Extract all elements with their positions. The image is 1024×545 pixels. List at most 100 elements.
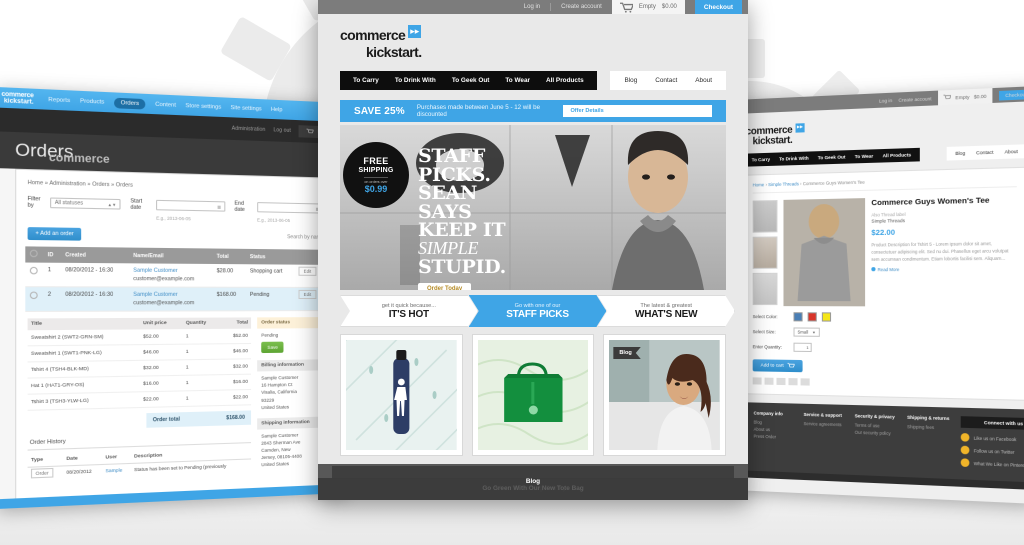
share-twitter-icon[interactable] <box>764 377 774 385</box>
row-radio[interactable] <box>29 266 38 275</box>
pp-nav-about[interactable]: About <box>1005 149 1018 155</box>
admin-menu-site-settings[interactable]: Site settings <box>231 104 262 112</box>
quantity-stepper[interactable]: 1 <box>793 342 812 353</box>
col-total[interactable]: Total <box>212 248 246 265</box>
login-link[interactable]: Log in <box>524 4 540 10</box>
share-facebook-icon[interactable] <box>752 377 762 385</box>
size-option-row[interactable]: Select Size: Small ▼ <box>753 327 1017 339</box>
admin-orders-window[interactable]: commerce kickstart. Reports Products Ord… <box>0 86 345 510</box>
col-status[interactable]: Status <box>245 248 295 265</box>
store-topbar[interactable]: Log in Create account Empty $0.00 Checko… <box>318 0 748 14</box>
nav-to-drink-with[interactable]: To Drink With <box>395 77 436 84</box>
hist-user[interactable]: Sample <box>105 467 122 473</box>
nav-to-wear[interactable]: To Wear <box>505 77 530 84</box>
footer-link-security-policy[interactable]: Our security policy <box>855 430 897 436</box>
filter-by-field[interactable]: Filter by All statuses ▲▼ <box>28 196 121 211</box>
start-date-field[interactable]: Start date ▦ E.g., 2013-06-05 <box>130 198 226 222</box>
promo-banner[interactable]: SAVE 25% Purchases made between June 5 -… <box>340 100 726 122</box>
nav-to-geek-out[interactable]: To Geek Out <box>452 77 490 84</box>
secondary-nav[interactable]: Blog Contact About <box>610 71 726 90</box>
swatch-red[interactable] <box>807 312 817 322</box>
nav-to-carry[interactable]: To Carry <box>353 77 379 84</box>
swatch-yellow[interactable] <box>821 312 832 322</box>
category-chevrons[interactable]: get it quick because... IT'S HOT Go with… <box>340 295 726 327</box>
store-brand[interactable]: commerce ▸▸ kickstart. <box>340 25 422 59</box>
primary-nav[interactable]: To Carry To Drink With To Geek Out To We… <box>340 71 597 90</box>
cart-widget[interactable]: Empty $0.00 <box>611 0 685 14</box>
admin-actions-row[interactable]: + Add an order Search by name <box>25 218 325 249</box>
row-radio-2[interactable] <box>29 291 38 300</box>
admin-subbar-logout[interactable]: Log out <box>273 127 290 134</box>
product-thumbnails[interactable] <box>752 200 778 306</box>
nav-about[interactable]: About <box>695 77 712 84</box>
footer-link-terms[interactable]: Terms of use <box>855 423 897 429</box>
share-more-icon[interactable] <box>800 378 810 386</box>
crumb-category[interactable]: Simple Threads <box>768 181 799 187</box>
footer-link-blog[interactable]: Blog <box>754 420 794 426</box>
swatch-blue[interactable] <box>793 312 803 322</box>
table-row[interactable]: 1 08/20/2012 - 16:30 Sample Customer cust… <box>25 262 326 288</box>
social-facebook-row[interactable]: Like us on Facebook <box>960 433 1024 444</box>
offer-details-button[interactable]: Offer Details <box>563 105 713 117</box>
footer-link-about[interactable]: About us <box>754 427 794 433</box>
pp-nav-to-carry[interactable]: To Carry <box>752 157 770 163</box>
create-account-link[interactable]: Create account <box>561 4 602 10</box>
footer-link-shipping-fees[interactable]: Shipping fees <box>907 424 950 431</box>
admin-menu-products[interactable]: Products <box>80 98 104 105</box>
qty-option-row[interactable]: Enter Quantity: 1 <box>753 342 1017 355</box>
share-email-icon[interactable] <box>788 378 798 386</box>
row-customer-link[interactable]: Sample Customer <box>133 268 177 275</box>
chevron-whats-new[interactable]: The latest & greatest WHAT'S NEW <box>597 295 735 327</box>
pp-nav-to-drink-with[interactable]: To Drink With <box>779 156 809 162</box>
product-hero-image[interactable] <box>783 198 866 307</box>
product-page-window[interactable]: Log in Create account Empty $0.00 Checko… <box>734 85 1024 505</box>
storefront-window[interactable]: Log in Create account Empty $0.00 Checko… <box>318 0 748 500</box>
thumbnail-3[interactable] <box>752 272 778 306</box>
pp-checkout-button[interactable]: Checkout <box>998 88 1024 101</box>
card-blog[interactable]: Blog Blog <box>318 334 748 500</box>
col-created[interactable]: Created <box>60 246 129 264</box>
pp-nav-contact[interactable]: Contact <box>976 150 993 156</box>
nav-blog[interactable]: Blog <box>624 77 637 84</box>
start-date-input[interactable]: ▦ <box>156 199 226 212</box>
add-to-cart-button[interactable]: Add to cart <box>752 359 803 373</box>
nav-contact[interactable]: Contact <box>655 77 677 84</box>
filter-by-select[interactable]: All statuses ▲▼ <box>50 197 121 210</box>
store-nav[interactable]: To Carry To Drink With To Geek Out To We… <box>318 66 748 100</box>
admin-menu-help[interactable]: Help <box>271 106 283 113</box>
admin-menu-orders[interactable]: Orders <box>114 97 146 110</box>
promo-cards[interactable]: You're Getting Thirsty Go Green With O <box>318 334 748 500</box>
social-twitter-row[interactable]: Follow us on Twitter <box>960 445 1024 458</box>
pp-nav-blog[interactable]: Blog <box>955 151 965 157</box>
row-customer-link-2[interactable]: Sample Customer <box>133 292 177 298</box>
admin-menu-content[interactable]: Content <box>155 101 176 108</box>
col-name-email[interactable]: Name/Email <box>128 247 213 264</box>
admin-menu-reports[interactable]: Reports <box>48 96 70 103</box>
checkout-button[interactable]: Checkout <box>694 0 742 14</box>
social-share-strip[interactable] <box>752 371 1017 392</box>
table-row[interactable]: 2 08/20/2012 - 16:30 Sample Customer cust… <box>25 286 326 312</box>
nav-all-products[interactable]: All Products <box>546 77 584 84</box>
row-edit-button-2[interactable]: Edit <box>298 289 317 300</box>
card-thirsty[interactable]: You're Getting Thirsty <box>318 334 748 500</box>
orders-table[interactable]: ID Created Name/Email Total Status 1 08/… <box>25 246 326 312</box>
share-pinterest-icon[interactable] <box>776 377 786 386</box>
footer-link-service-agreements[interactable]: Service agreements <box>804 421 845 427</box>
footer-link-press[interactable]: Press Order <box>754 434 794 440</box>
end-date-field[interactable]: End date ▦ E.g., 2013-06-05 <box>234 201 324 224</box>
add-order-button[interactable]: + Add an order <box>27 227 82 241</box>
pp-brand[interactable]: commerce kickstart. <box>746 125 793 148</box>
social-pinterest-row[interactable]: What We Like on Pinterest <box>960 458 1024 470</box>
pp-create-account-link[interactable]: Create account <box>899 96 932 103</box>
admin-subbar-administration[interactable]: Administration <box>232 126 266 133</box>
col-id[interactable]: ID <box>43 246 61 263</box>
select-all-radio[interactable] <box>29 249 38 258</box>
end-date-input[interactable]: ▦ <box>257 202 324 214</box>
pp-nav-to-geek-out[interactable]: To Geek Out <box>818 154 846 160</box>
crumb-home[interactable]: Home <box>753 182 765 187</box>
save-button[interactable]: Save <box>261 341 284 354</box>
thumbnail-1[interactable] <box>752 200 778 233</box>
pp-nav-to-wear[interactable]: To Wear <box>855 153 873 159</box>
color-option-row[interactable]: Select Color: <box>753 312 1017 323</box>
hero-slider[interactable]: FREE SHIPPING on orders over $0.99 STAFF… <box>340 125 726 290</box>
